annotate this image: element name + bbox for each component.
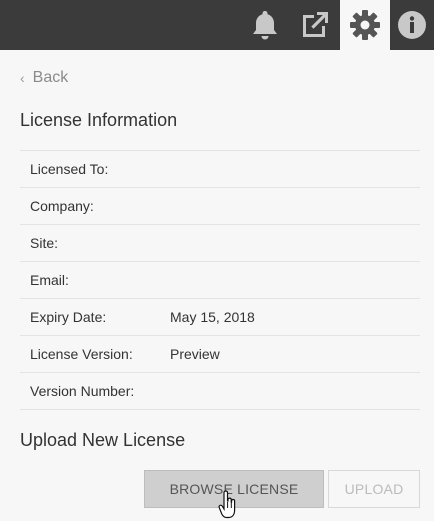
bell-icon <box>253 11 277 40</box>
info-row: Site: <box>20 225 420 262</box>
info-row-label: Email: <box>30 272 69 288</box>
info-row: Company: <box>20 188 420 225</box>
info-row-value: May 15, 2018 <box>170 309 255 325</box>
info-row-label: License Version: <box>30 346 133 362</box>
info-row: Expiry Date: May 15, 2018 <box>20 299 420 336</box>
info-row: Version Number: <box>20 373 420 410</box>
upload-license-title: Upload New License <box>20 430 186 450</box>
info-row: Email: <box>20 262 420 299</box>
top-toolbar <box>0 0 434 50</box>
license-info-table: Licensed To: Company: Site: Email: Expiry Da… <box>20 150 420 410</box>
notifications-button[interactable] <box>240 0 290 50</box>
back-link[interactable]: ‹ Back <box>20 68 68 88</box>
info-button[interactable] <box>390 0 434 50</box>
info-row-label: Expiry Date: <box>30 309 107 325</box>
browse-license-button[interactable]: BROWSE LICENSE <box>144 470 324 508</box>
info-row: Licensed To: <box>20 151 420 188</box>
open-external-button[interactable] <box>290 0 340 50</box>
external-link-icon <box>303 12 328 37</box>
info-row-label: Version Number: <box>30 383 135 399</box>
info-row-label: Site: <box>30 235 59 251</box>
info-row-label: Company: <box>30 198 94 214</box>
upload-button[interactable]: UPLOAD <box>328 470 420 508</box>
license-information-title: License Information <box>20 110 178 130</box>
back-label: Back <box>32 69 69 86</box>
info-row-label: Licensed To: <box>30 161 109 177</box>
chevron-left-icon: ‹ <box>20 70 25 86</box>
settings-button[interactable] <box>340 0 390 50</box>
info-icon <box>398 11 426 39</box>
info-row-value: Preview <box>170 346 220 362</box>
info-row: License Version: Preview <box>20 336 420 373</box>
gear-icon <box>350 10 380 40</box>
